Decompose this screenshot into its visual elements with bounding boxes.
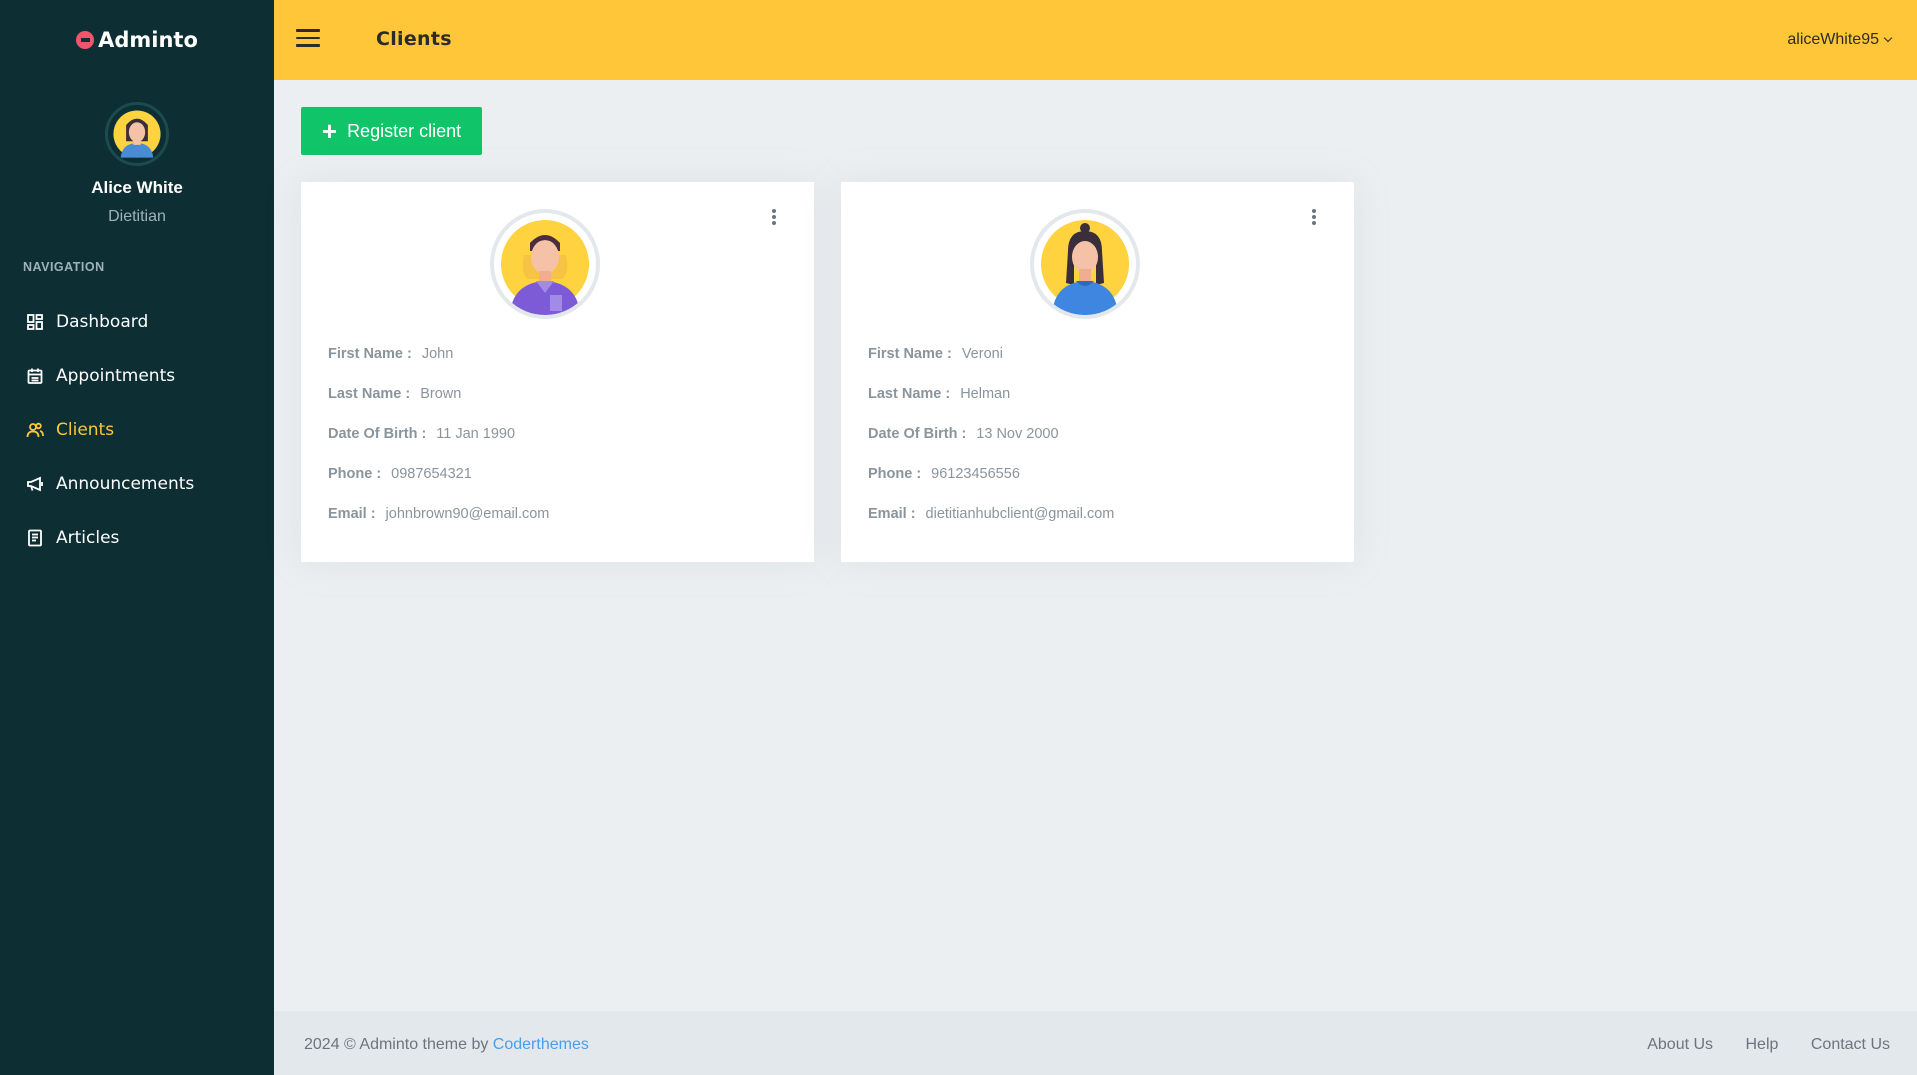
first-name-row: First Name : John <box>328 334 549 374</box>
sidebar-item-label: Clients <box>56 420 115 440</box>
email-label: Email : <box>868 506 916 522</box>
more-options-icon[interactable] <box>768 209 780 229</box>
last-name-value: Helman <box>960 386 1011 402</box>
last-name-label: Last Name : <box>328 386 411 402</box>
sidebar-item-label: Dashboard <box>56 312 149 332</box>
megaphone-icon <box>26 475 44 493</box>
profile-name[interactable]: Alice White <box>0 178 274 198</box>
last-name-row: Last Name : Brown <box>328 374 549 414</box>
client-details: First Name : John Last Name : Brown Date O… <box>328 334 549 534</box>
brand-name: Adminto <box>98 28 198 52</box>
copyright-text: 2024 © Adminto theme by <box>304 1036 489 1053</box>
dob-label: Date Of Birth : <box>328 426 427 442</box>
username: aliceWhite95 <box>1787 31 1879 48</box>
last-name-value: Brown <box>420 386 462 402</box>
footer: 2024 © Adminto theme by Coderthemes Abou… <box>274 1011 1917 1075</box>
client-card: First Name : John Last Name : Brown Date O… <box>301 182 814 562</box>
email-value: johnbrown90@email.com <box>385 506 550 522</box>
sidebar-item-label: Articles <box>56 528 120 548</box>
client-avatar <box>1030 209 1140 319</box>
sidebar-item-appointments[interactable]: Appointments <box>0 349 274 403</box>
sidebar-item-dashboard[interactable]: Dashboard <box>0 295 274 349</box>
dob-row: Date Of Birth : 13 Nov 2000 <box>868 414 1114 454</box>
client-avatar <box>490 209 600 319</box>
sidebar: Adminto Alice White Dietitian NAVIGATION… <box>0 0 274 1075</box>
sidebar-item-label: Appointments <box>56 366 176 386</box>
phone-value: 0987654321 <box>391 466 472 482</box>
dob-label: Date Of Birth : <box>868 426 967 442</box>
phone-label: Phone : <box>868 466 922 482</box>
sidebar-item-articles[interactable]: Articles <box>0 511 274 565</box>
phone-row: Phone : 0987654321 <box>328 454 549 494</box>
first-name-label: First Name : <box>328 346 412 362</box>
dob-value: 11 Jan 1990 <box>436 426 516 442</box>
email-label: Email : <box>328 506 376 522</box>
last-name-row: Last Name : Helman <box>868 374 1114 414</box>
sidebar-item-label: Announcements <box>56 474 195 494</box>
avatar[interactable] <box>105 102 169 166</box>
plus-icon: + <box>321 116 338 146</box>
more-options-icon[interactable] <box>1308 209 1320 229</box>
topbar: Clients aliceWhite95 <box>274 0 1917 80</box>
first-name-value: John <box>421 346 454 362</box>
register-client-label: Register client <box>347 120 462 141</box>
sidebar-nav: Dashboard Appointments Clients Announcem… <box>0 295 274 565</box>
dob-row: Date Of Birth : 11 Jan 1990 <box>328 414 549 454</box>
sidebar-item-clients[interactable]: Clients <box>0 403 274 457</box>
sidebar-item-announcements[interactable]: Announcements <box>0 457 274 511</box>
email-row: Email : johnbrown90@email.com <box>328 494 549 534</box>
calendar-icon <box>26 367 44 385</box>
email-row: Email : dietitianhubclient@gmail.com <box>868 494 1114 534</box>
brand-logo[interactable]: Adminto <box>0 28 274 52</box>
last-name-label: Last Name : <box>868 386 951 402</box>
client-details: First Name : Veroni Last Name : Helman Dat… <box>868 334 1114 534</box>
email-value: dietitianhubclient@gmail.com <box>925 506 1115 522</box>
footer-links: About Us Help Contact Us <box>1619 1036 1890 1054</box>
phone-row: Phone : 96123456556 <box>868 454 1114 494</box>
menu-toggle-icon[interactable] <box>296 29 320 49</box>
dashboard-icon <box>26 313 44 331</box>
about-us-link[interactable]: About Us <box>1647 1036 1713 1053</box>
first-name-label: First Name : <box>868 346 952 362</box>
author-link[interactable]: Coderthemes <box>493 1036 589 1053</box>
logo-icon <box>76 31 95 49</box>
page-title: Clients <box>376 28 452 50</box>
client-card: First Name : Veroni Last Name : Helman Dat… <box>841 182 1354 562</box>
phone-value: 96123456556 <box>931 466 1020 482</box>
footer-copyright: 2024 © Adminto theme by Coderthemes <box>304 1036 589 1054</box>
user-menu-dropdown[interactable]: aliceWhite95 <box>1787 31 1893 49</box>
profile-role: Dietitian <box>108 208 166 225</box>
article-icon <box>26 529 44 547</box>
phone-label: Phone : <box>328 466 382 482</box>
dob-value: 13 Nov 2000 <box>976 426 1059 442</box>
first-name-row: First Name : Veroni <box>868 334 1114 374</box>
users-icon <box>26 421 44 439</box>
contact-us-link[interactable]: Contact Us <box>1811 1036 1890 1053</box>
nav-heading: NAVIGATION <box>23 260 105 274</box>
chevron-down-icon <box>1883 33 1893 43</box>
first-name-value: Veroni <box>961 346 1003 362</box>
register-client-button[interactable]: + Register client <box>301 107 482 155</box>
help-link[interactable]: Help <box>1746 1036 1779 1053</box>
